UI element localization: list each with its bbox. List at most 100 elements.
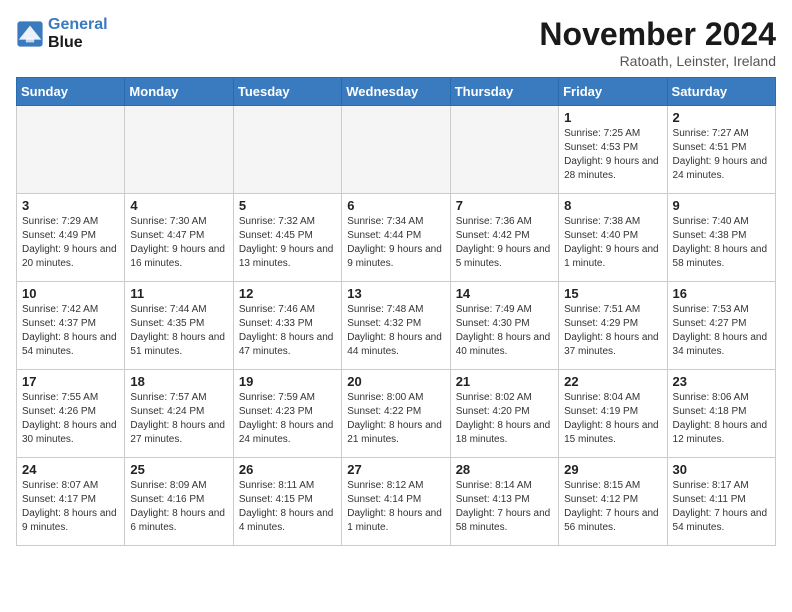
day-number: 3: [22, 198, 119, 213]
calendar-cell: 25 Sunrise: 8:09 AM Sunset: 4:16 PM Dayl…: [125, 458, 233, 546]
day-number: 18: [130, 374, 227, 389]
day-number: 14: [456, 286, 553, 301]
calendar-cell: 10 Sunrise: 7:42 AM Sunset: 4:37 PM Dayl…: [17, 282, 125, 370]
day-info: Sunrise: 8:06 AM Sunset: 4:18 PM Dayligh…: [673, 391, 770, 447]
day-number: 22: [564, 374, 661, 389]
weekday-header-sunday: Sunday: [17, 78, 125, 106]
day-info: Sunrise: 8:15 AM Sunset: 4:12 PM Dayligh…: [564, 479, 661, 535]
calendar-cell: 18 Sunrise: 7:57 AM Sunset: 4:24 PM Dayl…: [125, 370, 233, 458]
day-info: Sunrise: 7:55 AM Sunset: 4:26 PM Dayligh…: [22, 391, 119, 447]
calendar-cell: 13 Sunrise: 7:48 AM Sunset: 4:32 PM Dayl…: [342, 282, 450, 370]
day-number: 24: [22, 462, 119, 477]
day-info: Sunrise: 7:40 AM Sunset: 4:38 PM Dayligh…: [673, 215, 770, 271]
calendar-cell: 5 Sunrise: 7:32 AM Sunset: 4:45 PM Dayli…: [233, 194, 341, 282]
day-info: Sunrise: 8:00 AM Sunset: 4:22 PM Dayligh…: [347, 391, 444, 447]
month-title: November 2024: [539, 16, 776, 53]
day-number: 29: [564, 462, 661, 477]
day-number: 15: [564, 286, 661, 301]
day-info: Sunrise: 7:44 AM Sunset: 4:35 PM Dayligh…: [130, 303, 227, 359]
day-number: 11: [130, 286, 227, 301]
day-number: 2: [673, 110, 770, 125]
day-number: 19: [239, 374, 336, 389]
calendar-cell: 17 Sunrise: 7:55 AM Sunset: 4:26 PM Dayl…: [17, 370, 125, 458]
weekday-header-friday: Friday: [559, 78, 667, 106]
calendar-cell: 11 Sunrise: 7:44 AM Sunset: 4:35 PM Dayl…: [125, 282, 233, 370]
calendar-cell: [450, 106, 558, 194]
page-header: General Blue November 2024 Ratoath, Lein…: [16, 16, 776, 69]
logo: General Blue: [16, 16, 108, 51]
calendar-cell: 7 Sunrise: 7:36 AM Sunset: 4:42 PM Dayli…: [450, 194, 558, 282]
day-info: Sunrise: 8:02 AM Sunset: 4:20 PM Dayligh…: [456, 391, 553, 447]
day-info: Sunrise: 8:17 AM Sunset: 4:11 PM Dayligh…: [673, 479, 770, 535]
weekday-header-tuesday: Tuesday: [233, 78, 341, 106]
weekday-header-saturday: Saturday: [667, 78, 775, 106]
day-info: Sunrise: 7:25 AM Sunset: 4:53 PM Dayligh…: [564, 127, 661, 183]
day-number: 12: [239, 286, 336, 301]
day-info: Sunrise: 8:07 AM Sunset: 4:17 PM Dayligh…: [22, 479, 119, 535]
day-number: 4: [130, 198, 227, 213]
calendar-cell: 26 Sunrise: 8:11 AM Sunset: 4:15 PM Dayl…: [233, 458, 341, 546]
day-number: 6: [347, 198, 444, 213]
day-number: 17: [22, 374, 119, 389]
calendar-cell: 22 Sunrise: 8:04 AM Sunset: 4:19 PM Dayl…: [559, 370, 667, 458]
title-block: November 2024 Ratoath, Leinster, Ireland: [539, 16, 776, 69]
calendar-cell: 19 Sunrise: 7:59 AM Sunset: 4:23 PM Dayl…: [233, 370, 341, 458]
day-number: 27: [347, 462, 444, 477]
calendar-cell: 23 Sunrise: 8:06 AM Sunset: 4:18 PM Dayl…: [667, 370, 775, 458]
day-number: 30: [673, 462, 770, 477]
calendar-cell: 15 Sunrise: 7:51 AM Sunset: 4:29 PM Dayl…: [559, 282, 667, 370]
day-info: Sunrise: 7:36 AM Sunset: 4:42 PM Dayligh…: [456, 215, 553, 271]
day-number: 20: [347, 374, 444, 389]
day-number: 1: [564, 110, 661, 125]
day-info: Sunrise: 7:42 AM Sunset: 4:37 PM Dayligh…: [22, 303, 119, 359]
calendar-cell: [233, 106, 341, 194]
weekday-header-wednesday: Wednesday: [342, 78, 450, 106]
calendar-cell: 27 Sunrise: 8:12 AM Sunset: 4:14 PM Dayl…: [342, 458, 450, 546]
weekday-header-row: SundayMondayTuesdayWednesdayThursdayFrid…: [17, 78, 776, 106]
day-info: Sunrise: 7:38 AM Sunset: 4:40 PM Dayligh…: [564, 215, 661, 271]
day-number: 10: [22, 286, 119, 301]
calendar-cell: [17, 106, 125, 194]
calendar-cell: 4 Sunrise: 7:30 AM Sunset: 4:47 PM Dayli…: [125, 194, 233, 282]
calendar-cell: 9 Sunrise: 7:40 AM Sunset: 4:38 PM Dayli…: [667, 194, 775, 282]
day-info: Sunrise: 8:09 AM Sunset: 4:16 PM Dayligh…: [130, 479, 227, 535]
day-number: 21: [456, 374, 553, 389]
day-info: Sunrise: 7:34 AM Sunset: 4:44 PM Dayligh…: [347, 215, 444, 271]
calendar-cell: 12 Sunrise: 7:46 AM Sunset: 4:33 PM Dayl…: [233, 282, 341, 370]
calendar-cell: 28 Sunrise: 8:14 AM Sunset: 4:13 PM Dayl…: [450, 458, 558, 546]
day-number: 16: [673, 286, 770, 301]
day-number: 28: [456, 462, 553, 477]
day-info: Sunrise: 7:30 AM Sunset: 4:47 PM Dayligh…: [130, 215, 227, 271]
calendar-cell: [342, 106, 450, 194]
calendar-cell: 6 Sunrise: 7:34 AM Sunset: 4:44 PM Dayli…: [342, 194, 450, 282]
day-number: 13: [347, 286, 444, 301]
week-row-3: 10 Sunrise: 7:42 AM Sunset: 4:37 PM Dayl…: [17, 282, 776, 370]
day-number: 7: [456, 198, 553, 213]
logo-text: General Blue: [48, 16, 108, 51]
day-info: Sunrise: 8:04 AM Sunset: 4:19 PM Dayligh…: [564, 391, 661, 447]
day-number: 5: [239, 198, 336, 213]
day-info: Sunrise: 7:49 AM Sunset: 4:30 PM Dayligh…: [456, 303, 553, 359]
location: Ratoath, Leinster, Ireland: [539, 53, 776, 69]
day-info: Sunrise: 8:11 AM Sunset: 4:15 PM Dayligh…: [239, 479, 336, 535]
weekday-header-monday: Monday: [125, 78, 233, 106]
calendar-cell: 20 Sunrise: 8:00 AM Sunset: 4:22 PM Dayl…: [342, 370, 450, 458]
day-info: Sunrise: 7:48 AM Sunset: 4:32 PM Dayligh…: [347, 303, 444, 359]
day-info: Sunrise: 7:59 AM Sunset: 4:23 PM Dayligh…: [239, 391, 336, 447]
day-info: Sunrise: 7:32 AM Sunset: 4:45 PM Dayligh…: [239, 215, 336, 271]
day-info: Sunrise: 7:27 AM Sunset: 4:51 PM Dayligh…: [673, 127, 770, 183]
day-number: 8: [564, 198, 661, 213]
calendar-cell: [125, 106, 233, 194]
day-info: Sunrise: 7:51 AM Sunset: 4:29 PM Dayligh…: [564, 303, 661, 359]
day-number: 25: [130, 462, 227, 477]
logo-icon: [16, 20, 44, 48]
week-row-1: 1 Sunrise: 7:25 AM Sunset: 4:53 PM Dayli…: [17, 106, 776, 194]
calendar: SundayMondayTuesdayWednesdayThursdayFrid…: [16, 77, 776, 546]
week-row-4: 17 Sunrise: 7:55 AM Sunset: 4:26 PM Dayl…: [17, 370, 776, 458]
calendar-cell: 29 Sunrise: 8:15 AM Sunset: 4:12 PM Dayl…: [559, 458, 667, 546]
week-row-5: 24 Sunrise: 8:07 AM Sunset: 4:17 PM Dayl…: [17, 458, 776, 546]
calendar-cell: 14 Sunrise: 7:49 AM Sunset: 4:30 PM Dayl…: [450, 282, 558, 370]
day-info: Sunrise: 7:53 AM Sunset: 4:27 PM Dayligh…: [673, 303, 770, 359]
calendar-cell: 24 Sunrise: 8:07 AM Sunset: 4:17 PM Dayl…: [17, 458, 125, 546]
calendar-cell: 8 Sunrise: 7:38 AM Sunset: 4:40 PM Dayli…: [559, 194, 667, 282]
